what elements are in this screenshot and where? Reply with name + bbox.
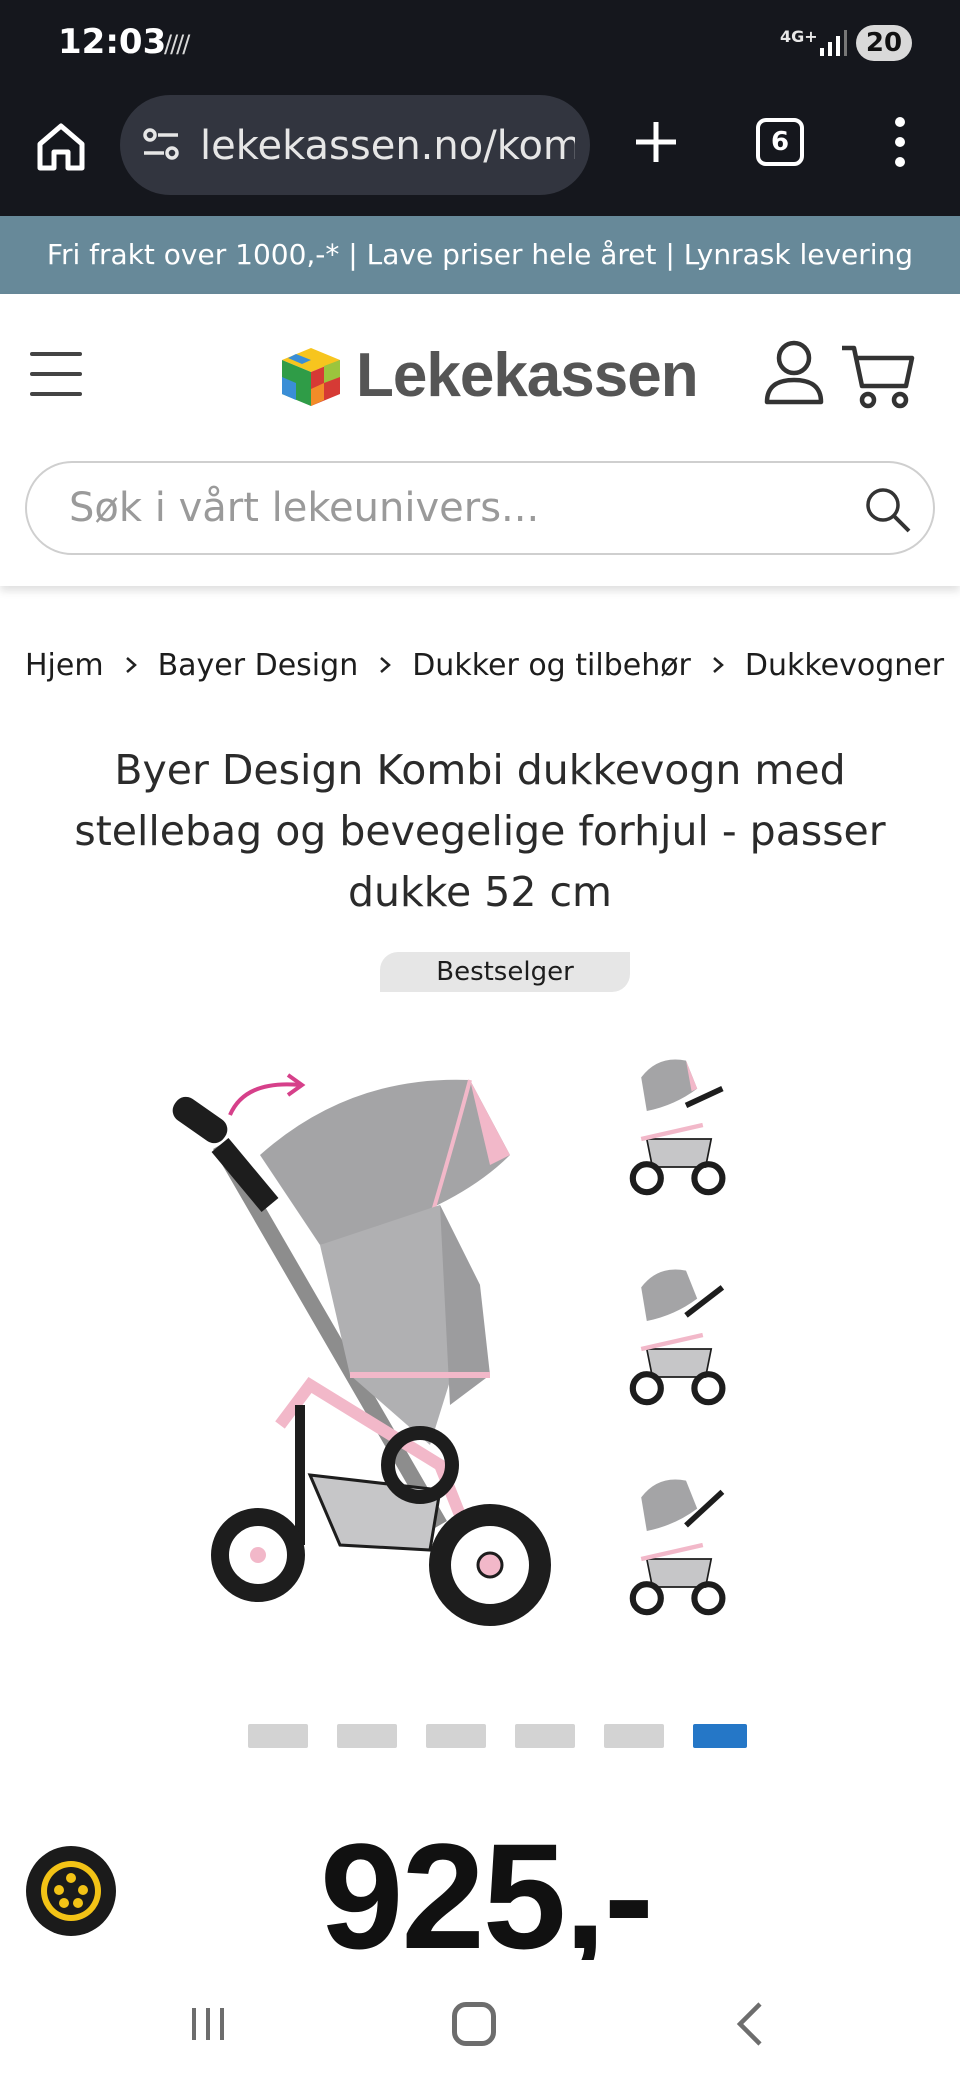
status-extra-icon: ////: [164, 30, 190, 58]
gallery-dot[interactable]: [515, 1724, 575, 1748]
logo[interactable]: Lekekassen: [278, 338, 699, 418]
gallery-dot-active[interactable]: [693, 1724, 747, 1748]
home-icon[interactable]: [32, 118, 90, 176]
tune-icon[interactable]: [140, 123, 182, 165]
search-icon[interactable]: [863, 485, 913, 535]
hamburger-icon[interactable]: [30, 352, 86, 398]
chevron-right-icon: [380, 657, 392, 673]
network-indicator: 4G+: [780, 27, 818, 46]
account-icon[interactable]: [762, 338, 826, 408]
nav-back-icon[interactable]: [730, 2000, 770, 2048]
nav-home-icon[interactable]: [452, 2002, 496, 2046]
gallery-pagination: [248, 1724, 776, 1748]
bestseller-badge: Bestselger: [380, 952, 630, 992]
pram-variant-1: [629, 1059, 726, 1196]
product-price: 925,-: [320, 1812, 654, 1980]
main-pram-illustration: [172, 1073, 551, 1626]
nav-recent-icon[interactable]: [188, 2004, 228, 2044]
plus-icon[interactable]: [628, 114, 684, 170]
cart-icon[interactable]: [840, 342, 916, 410]
search-box[interactable]: [25, 461, 935, 555]
breadcrumb-item-brand[interactable]: Bayer Design: [158, 648, 359, 683]
product-title: Byer Design Kombi dukkevogn med stelleba…: [74, 746, 886, 916]
system-nav-bar: [0, 1960, 960, 2080]
chevron-right-icon: [713, 657, 724, 673]
logo-text: Lekekassen: [356, 341, 699, 410]
breadcrumb-item-hjem[interactable]: Hjem: [25, 648, 104, 683]
breadcrumb-item-category[interactable]: Dukker og tilbehør: [412, 648, 691, 683]
product-image[interactable]: [150, 1045, 800, 1685]
more-vertical-icon[interactable]: [880, 112, 920, 172]
status-time: 12:03: [58, 22, 167, 62]
battery-indicator: 20: [856, 25, 912, 61]
promo-banner: Fri frakt over 1000,-* | Lave priser hel…: [0, 216, 960, 294]
tabs-icon[interactable]: 6: [756, 118, 804, 166]
puzzle-cube-icon: [282, 348, 340, 406]
gallery-dot[interactable]: [426, 1724, 486, 1748]
breadcrumb: Hjem Bayer Design Dukker og tilbehør Duk…: [25, 640, 944, 690]
address-bar[interactable]: lekekassen.no/kombi: [120, 95, 590, 195]
url-text[interactable]: lekekassen.no/kombi: [200, 123, 575, 169]
breadcrumb-item-subcategory[interactable]: Dukkevogner: [745, 648, 944, 683]
status-bar: 12:03 //// 4G+ 20: [0, 0, 960, 88]
site-header: Lekekassen: [0, 294, 960, 586]
browser-toolbar: lekekassen.no/kombi 6: [0, 88, 960, 216]
gallery-dot[interactable]: [248, 1724, 308, 1748]
pram-variant-3: [629, 1479, 726, 1616]
gallery-dot[interactable]: [604, 1724, 664, 1748]
signal-icon: [820, 30, 847, 56]
chevron-right-icon: [125, 657, 137, 673]
search-input[interactable]: [69, 463, 829, 553]
accessibility-icon[interactable]: [26, 1846, 116, 1936]
gallery-dot[interactable]: [337, 1724, 397, 1748]
pram-variant-2: [629, 1269, 726, 1406]
